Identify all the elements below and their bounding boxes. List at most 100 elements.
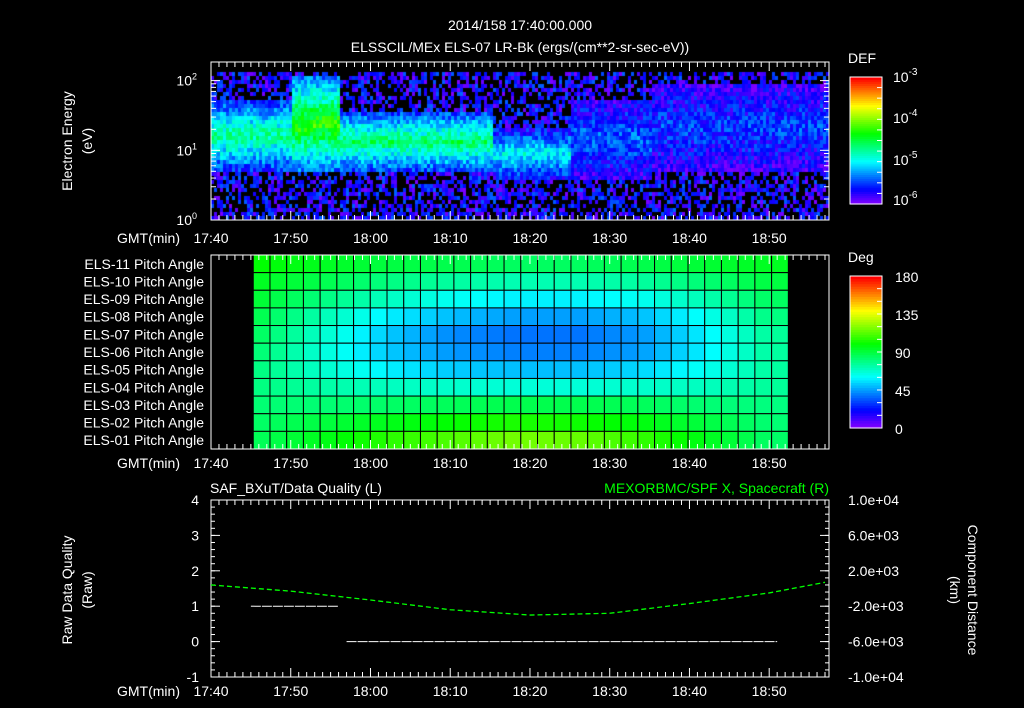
pitch-angle-cell: [570, 360, 589, 379]
pitch-angle-cell: [754, 395, 773, 415]
pitch-angle-cell: [637, 377, 656, 397]
pitch-angle-cell: [670, 342, 689, 362]
pitch-angle-cell: [353, 395, 371, 415]
pitch-angle-cell: [654, 307, 672, 327]
pitch-angle-cell: [771, 395, 789, 415]
pitch-angle-cell: [537, 413, 555, 432]
pitch-angle-cell: [419, 289, 438, 309]
pitch-angle-cell: [737, 289, 756, 309]
pitch-angle-cell: [369, 342, 388, 362]
pitch-angle-cell: [386, 325, 405, 344]
pitch-angle-cell: [336, 377, 355, 397]
pitch-angle-cell: [620, 395, 639, 415]
pitch-angle-cell: [754, 360, 773, 379]
pitch-angle-cell: [704, 395, 722, 415]
pitch-angle-cell: [737, 413, 756, 432]
pitch-angle-cell: [737, 395, 756, 415]
pitch-angle-cell: [503, 289, 522, 309]
pitch-angle-cell: [353, 325, 371, 344]
pitch-angle-row-label: ELS-03 Pitch Angle: [83, 397, 204, 413]
pitch-angle-cell: [720, 413, 739, 432]
time-tick-label: 17:50: [273, 683, 308, 699]
right-axis-unit: (km): [947, 576, 963, 604]
pitch-angle-cell: [637, 307, 656, 327]
time-tick-label: 18:50: [752, 683, 787, 699]
pitch-angle-cell: [587, 325, 605, 344]
pitch-angle-cell: [771, 254, 789, 274]
pitch-angle-cell: [302, 360, 321, 379]
pitch-angle-cell: [570, 377, 589, 397]
pitch-angle-cell: [754, 325, 773, 344]
pitch-angle-cell: [470, 377, 488, 397]
pitch-angle-cell: [553, 413, 572, 432]
pitch-angle-cell: [252, 325, 271, 344]
pitch-angle-cell: [687, 395, 706, 415]
pitch-angle-cell: [520, 360, 539, 379]
time-tick-label: 18:10: [433, 455, 468, 471]
pitch-angle-cell: [470, 325, 488, 344]
pitch-angle-cell: [436, 360, 455, 379]
pitch-angle-cell: [771, 413, 789, 432]
pitch-angle-cell: [436, 430, 455, 450]
left-tick-label: 3: [191, 527, 199, 543]
def-colorbar-label: 10-6: [893, 190, 918, 208]
pitch-angle-cell: [453, 325, 472, 344]
pitch-angle-cell: [737, 360, 756, 379]
pitch-angle-cell: [419, 360, 438, 379]
pitch-angle-cell: [386, 360, 405, 379]
pitch-angle-cell: [603, 307, 622, 327]
pitch-angle-cell: [403, 307, 421, 327]
pitch-angle-cell: [754, 272, 773, 291]
pitch-angle-cell: [286, 289, 304, 309]
pitch-angle-cell: [570, 289, 589, 309]
pitch-angle-cell: [386, 289, 405, 309]
pitch-angle-cell: [637, 395, 656, 415]
time-tick-label: 18:50: [752, 455, 787, 471]
pitch-angle-cell: [737, 254, 756, 274]
pitch-angle-cell: [336, 272, 355, 291]
pitch-angle-cell: [453, 413, 472, 432]
time-tick-label: 17:40: [193, 230, 228, 246]
pitch-angle-cell: [353, 289, 371, 309]
time-tick-label: 18:40: [672, 683, 707, 699]
pitch-angle-cell: [620, 307, 639, 327]
pitch-angle-cell: [737, 377, 756, 397]
pitch-angle-cell: [720, 395, 739, 415]
pitch-angle-cell: [286, 395, 304, 415]
pitch-angle-cell: [704, 360, 722, 379]
pitch-angle-cell: [754, 342, 773, 362]
pitch-angle-cell: [520, 430, 539, 450]
pitch-angle-cell: [720, 289, 739, 309]
pitch-angle-cell: [720, 342, 739, 362]
pitch-angle-cell: [503, 413, 522, 432]
pitch-angle-cell: [269, 413, 288, 432]
pitch-angle-cell: [302, 325, 321, 344]
pitch-angle-cell: [453, 430, 472, 450]
pitch-angle-cell: [687, 254, 706, 274]
right-tick-label: -6.0e+03: [848, 634, 904, 650]
pitch-angle-cell: [637, 254, 656, 274]
plot-window: 2014/158 17:40:00.000 ELSSCIL/MEx ELS-07…: [0, 0, 1024, 708]
pitch-angle-cell: [553, 272, 572, 291]
pitch-angle-cell: [670, 413, 689, 432]
pitch-angle-cell: [252, 395, 271, 415]
pitch-angle-cell: [771, 272, 789, 291]
pitch-angle-cell: [620, 254, 639, 274]
pitch-angle-cell: [302, 289, 321, 309]
pitch-angle-cell: [403, 342, 421, 362]
time-tick-label: 18:00: [353, 455, 388, 471]
pitch-angle-cell: [503, 272, 522, 291]
deg-colorbar-label: 135: [895, 307, 919, 323]
pitch-angle-cell: [386, 395, 405, 415]
pitch-angle-row-label: ELS-09 Pitch Angle: [83, 291, 204, 307]
pitch-angle-cell: [353, 430, 371, 450]
pitch-angle-cell: [687, 272, 706, 291]
pitch-angle-cell: [637, 342, 656, 362]
deg-colorbar-label: 180: [895, 269, 919, 285]
pitch-angle-cell: [654, 325, 672, 344]
time-tick-label: 18:20: [512, 683, 547, 699]
pitch-angle-cell: [620, 413, 639, 432]
right-axis-label: Component Distance: [965, 525, 981, 656]
pitch-angle-cell: [386, 377, 405, 397]
pitch-angle-cell: [269, 395, 288, 415]
